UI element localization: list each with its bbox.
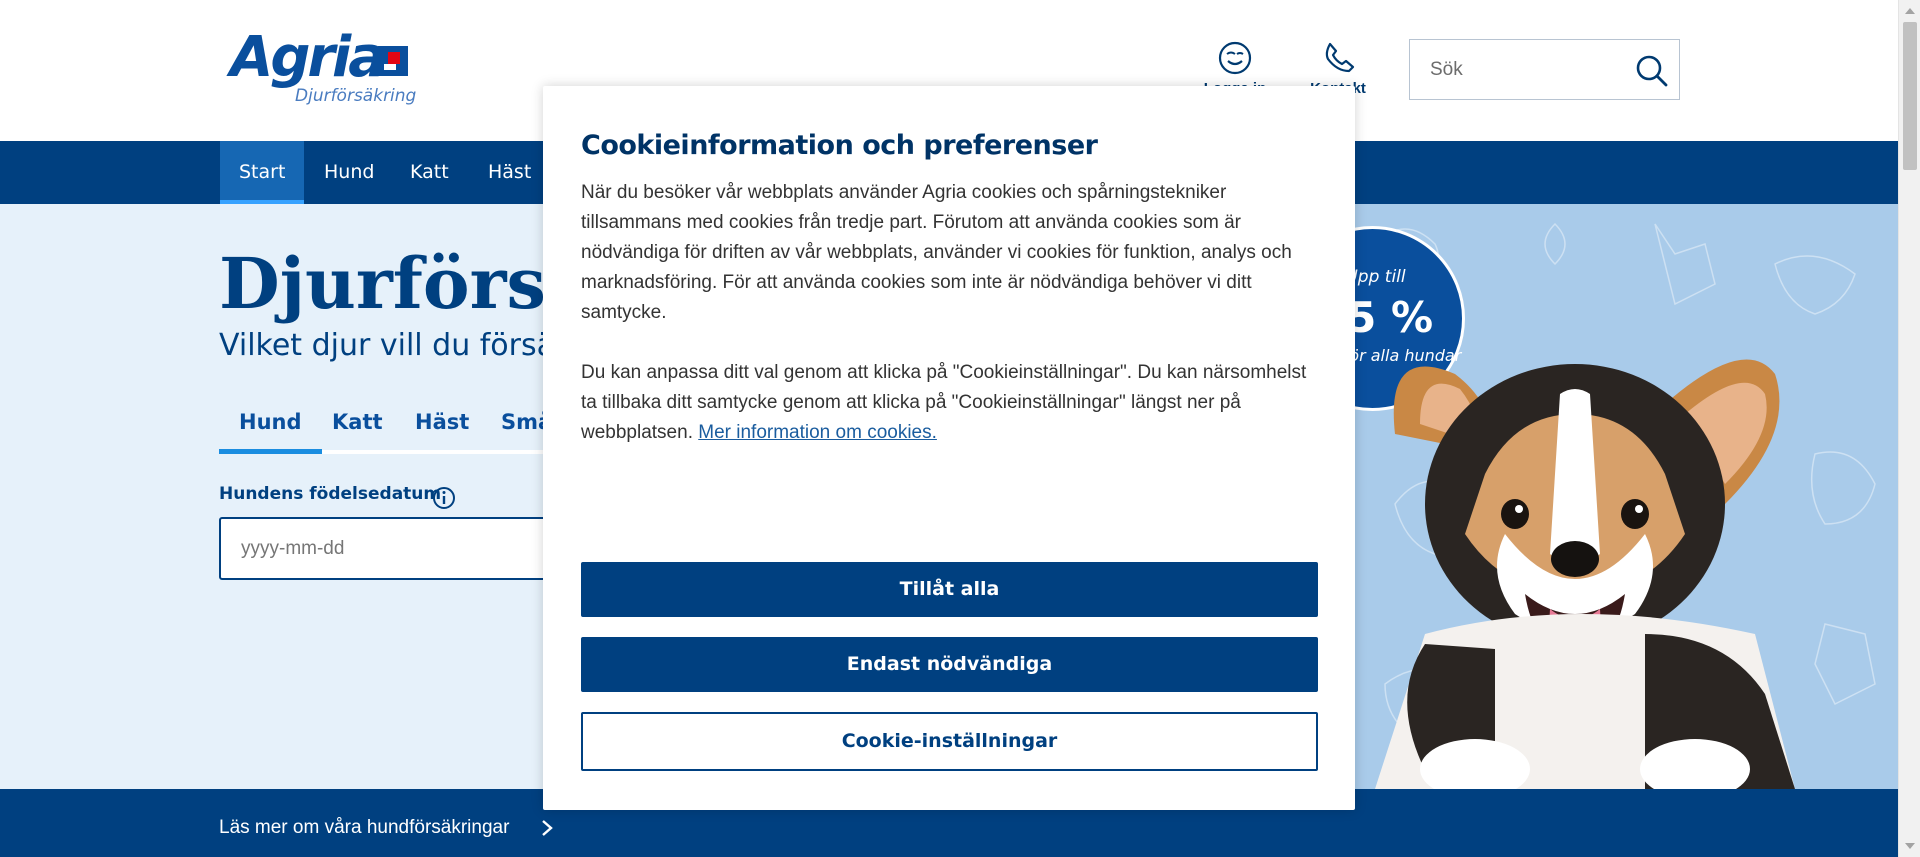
tab-katt[interactable]: Katt [312, 396, 403, 454]
cookie-dialog-body: När du besöker vår webbplats använder Ag… [581, 178, 1317, 478]
animal-tabs: Hund Katt Häst Smådjur [219, 396, 600, 454]
birthdate-label: Hundens födelsedatum [219, 484, 442, 504]
dog-insurance-link[interactable]: Läs mer om våra hundförsäkringar [219, 817, 509, 839]
page: Agria Djurförsäkring Logga in Kontakt [0, 0, 1898, 857]
logo-subtitle: Djurförsäkring [295, 86, 417, 106]
tab-hast[interactable]: Häst [395, 396, 489, 454]
necessary-only-button[interactable]: Endast nödvändiga [581, 637, 1318, 692]
search-box [1409, 39, 1680, 100]
scroll-down-arrow[interactable] [1905, 843, 1915, 849]
info-icon[interactable] [432, 486, 456, 510]
nav-item-start[interactable]: Start [220, 141, 305, 204]
birthdate-input[interactable] [241, 538, 541, 560]
user-face-icon [1218, 41, 1252, 75]
logo-mark [378, 46, 408, 76]
logo-wordmark: Agria [230, 25, 386, 90]
scroll-up-arrow[interactable] [1905, 8, 1915, 14]
phone-icon [1325, 42, 1355, 73]
tab-hund[interactable]: Hund [219, 396, 322, 454]
nav-item-hast[interactable]: Häst [469, 141, 550, 204]
allow-all-button[interactable]: Tillåt alla [581, 562, 1318, 617]
cookie-settings-button[interactable]: Cookie-inställningar [581, 712, 1318, 771]
chevron-right-icon[interactable] [540, 819, 554, 837]
nav-item-hund[interactable]: Hund [305, 141, 393, 204]
puppy-illustration [1375, 359, 1795, 789]
birthdate-field [219, 517, 559, 580]
cookie-more-info-link[interactable]: Mer information om cookies. [698, 422, 937, 443]
cookie-paragraph-2-text: Du kan anpassa ditt val genom att klicka… [581, 362, 1307, 443]
scroll-thumb[interactable] [1903, 22, 1917, 170]
nav-item-katt[interactable]: Katt [391, 141, 468, 204]
cookie-paragraph-2: Du kan anpassa ditt val genom att klicka… [581, 358, 1317, 448]
agria-logo[interactable]: Agria Djurförsäkring [230, 25, 416, 112]
cookie-consent-dialog: Cookieinformation och preferenser När du… [543, 86, 1355, 810]
cookie-dialog-title: Cookieinformation och preferenser [581, 130, 1098, 161]
search-input[interactable] [1430, 58, 1630, 82]
cookie-paragraph-1: När du besöker vår webbplats använder Ag… [581, 182, 1292, 323]
page-scrollbar[interactable] [1898, 0, 1920, 857]
search-icon[interactable] [1635, 54, 1669, 88]
